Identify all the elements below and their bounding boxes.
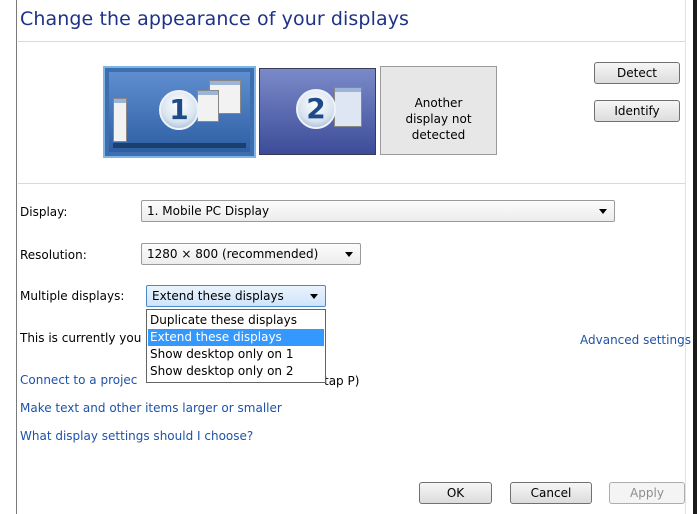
dropdown-option-duplicate[interactable]: Duplicate these displays bbox=[148, 312, 324, 329]
monitor-1[interactable]: 1 bbox=[103, 66, 256, 158]
window-left-border bbox=[16, 0, 17, 514]
window-icon bbox=[197, 90, 219, 122]
page-title: Change the appearance of your displays bbox=[20, 8, 410, 30]
display-select[interactable]: 1. Mobile PC Display bbox=[141, 200, 615, 222]
resolution-select[interactable]: 1280 × 800 (recommended) bbox=[141, 243, 361, 265]
identify-button[interactable]: Identify bbox=[594, 100, 680, 122]
monitor-number-badge: 1 bbox=[159, 90, 199, 130]
ok-button[interactable]: OK bbox=[419, 482, 492, 504]
detect-button[interactable]: Detect bbox=[594, 62, 680, 84]
chevron-down-icon bbox=[345, 252, 353, 257]
monitor-2[interactable]: 2 bbox=[259, 68, 376, 155]
window-icon bbox=[334, 87, 362, 127]
connect-projector-link[interactable]: Connect to a projec bbox=[20, 373, 137, 387]
display-label: Display: bbox=[20, 205, 68, 219]
display-select-value: 1. Mobile PC Display bbox=[147, 204, 270, 218]
chevron-down-icon bbox=[599, 209, 607, 214]
multiple-displays-select-value: Extend these displays bbox=[152, 289, 284, 303]
apply-button[interactable]: Apply bbox=[609, 482, 685, 504]
not-detected-text: Another display not detected bbox=[405, 96, 472, 142]
dropdown-option-only-1[interactable]: Show desktop only on 1 bbox=[148, 346, 324, 363]
display-help-link[interactable]: What display settings should I choose? bbox=[20, 429, 253, 443]
window-right-edge bbox=[685, 0, 697, 514]
text-size-link[interactable]: Make text and other items larger or smal… bbox=[20, 401, 282, 415]
dropdown-option-only-2[interactable]: Show desktop only on 2 bbox=[148, 363, 324, 380]
advanced-settings-link[interactable]: Advanced settings bbox=[580, 333, 691, 347]
cancel-button[interactable]: Cancel bbox=[510, 482, 592, 504]
dropdown-option-extend[interactable]: Extend these displays bbox=[148, 329, 324, 346]
current-display-text: This is currently you bbox=[20, 331, 142, 345]
multiple-displays-dropdown: Duplicate these displays Extend these di… bbox=[146, 309, 326, 383]
multiple-displays-label: Multiple displays: bbox=[20, 289, 125, 303]
resolution-label: Resolution: bbox=[20, 248, 87, 262]
monitor-number-badge: 2 bbox=[296, 89, 336, 129]
chevron-down-icon bbox=[310, 294, 318, 299]
monitor-not-detected: Another display not detected bbox=[380, 66, 497, 155]
window-icon bbox=[113, 98, 127, 142]
projector-shortcut-text: tap P) bbox=[324, 374, 360, 388]
multiple-displays-select[interactable]: Extend these displays bbox=[146, 285, 326, 307]
resolution-select-value: 1280 × 800 (recommended) bbox=[147, 247, 319, 261]
